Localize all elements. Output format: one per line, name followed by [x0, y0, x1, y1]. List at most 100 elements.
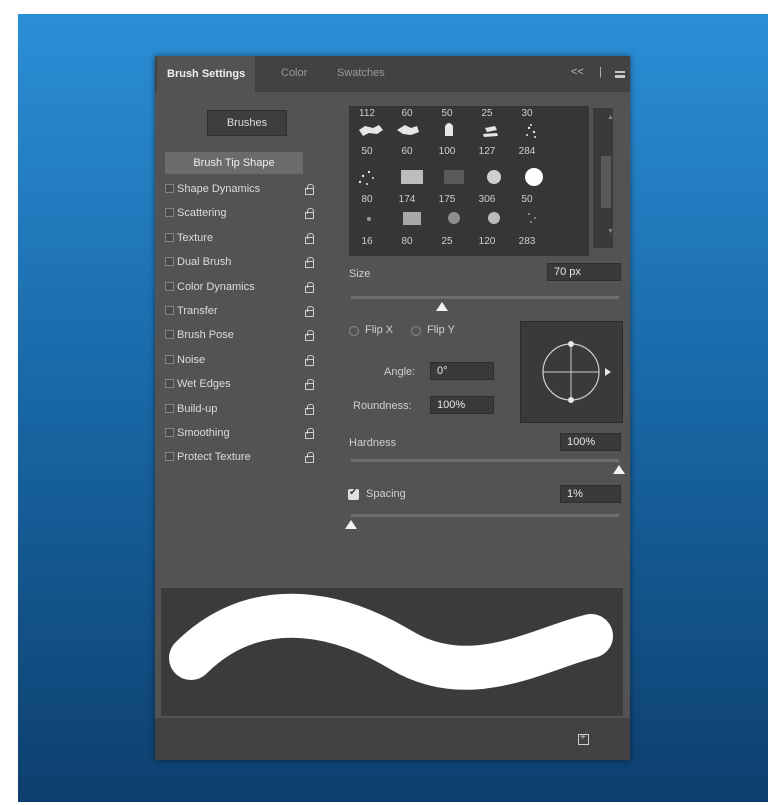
option-checkbox[interactable]: [165, 184, 174, 193]
brush-option-item[interactable]: Protect Texture: [165, 448, 317, 466]
brush-option-item[interactable]: Build-up: [165, 400, 317, 418]
option-label: Dual Brush: [177, 256, 232, 269]
size-label: Size: [349, 268, 371, 280]
size-slider-handle[interactable]: [436, 302, 449, 311]
lock-icon[interactable]: [305, 281, 314, 293]
option-label: Brush Pose: [177, 329, 234, 342]
brush-option-item[interactable]: Texture: [165, 229, 317, 247]
angle-dial-icon: [542, 341, 611, 403]
brush-option-item[interactable]: Wet Edges: [165, 375, 317, 393]
lock-icon[interactable]: [305, 232, 314, 244]
brush-tip-shape-item[interactable]: Brush Tip Shape: [165, 152, 303, 174]
brush-option-item[interactable]: Shape Dynamics: [165, 180, 317, 198]
panel-tab-bar: Brush Settings Color Swatches << |: [155, 56, 630, 92]
brush-thumb-5a[interactable]: [527, 126, 531, 130]
brush-preset-grid[interactable]: 112 60 50 25 30 50 60 100 127 284 80 174 175 306 50 16 8…: [349, 106, 589, 256]
brush-thumb-8[interactable]: [444, 170, 464, 184]
brush-size-label: 50: [361, 146, 373, 157]
lock-icon[interactable]: [305, 184, 314, 195]
brush-size-label: 80: [361, 194, 373, 205]
brush-size-label: 50: [441, 108, 453, 119]
brush-size-label: 80: [401, 236, 413, 247]
hardness-slider-handle[interactable]: [613, 465, 625, 474]
panel-bottom-bar: [155, 718, 630, 760]
brush-option-item[interactable]: Brush Pose: [165, 326, 317, 344]
brush-option-item[interactable]: Scattering: [165, 204, 317, 222]
brush-thumb-10[interactable]: [525, 168, 543, 186]
panel-menu-icon[interactable]: [615, 71, 625, 78]
brush-option-item[interactable]: Color Dynamics: [165, 278, 317, 296]
angle-field[interactable]: 0°: [430, 362, 494, 380]
option-label: Wet Edges: [177, 378, 231, 391]
hardness-slider-track[interactable]: [351, 459, 619, 462]
spacing-label: Spacing: [366, 488, 406, 500]
lock-icon[interactable]: [305, 428, 314, 439]
scroll-down-icon[interactable]: ▼: [607, 228, 614, 235]
spacing-slider-handle[interactable]: [345, 520, 357, 529]
option-checkbox[interactable]: [165, 281, 174, 291]
brush-option-item[interactable]: Smoothing: [165, 424, 317, 442]
spacing-checkbox[interactable]: [348, 487, 359, 500]
brush-thumb-3[interactable]: [445, 123, 453, 136]
spacing-field[interactable]: 1%: [560, 485, 621, 503]
preset-scroll-thumb[interactable]: [601, 156, 611, 208]
brush-size-label: 16: [361, 236, 373, 247]
brush-thumb-2[interactable]: [397, 125, 419, 135]
brush-size-label: 50: [521, 194, 533, 205]
brushes-button[interactable]: Brushes: [207, 110, 287, 136]
tab-swatches[interactable]: Swatches: [337, 67, 385, 79]
lock-icon[interactable]: [305, 354, 314, 366]
brush-thumb-7[interactable]: [401, 170, 423, 184]
option-label: Scattering: [177, 207, 227, 220]
option-checkbox[interactable]: [165, 403, 174, 413]
lock-icon[interactable]: [305, 208, 314, 220]
brush-thumb-6[interactable]: [361, 174, 365, 178]
collapse-icon[interactable]: <<: [571, 66, 584, 78]
lock-icon[interactable]: [305, 403, 314, 415]
option-label: Noise: [177, 353, 206, 366]
brush-size-label: 60: [401, 146, 413, 157]
brush-option-item[interactable]: Transfer: [165, 302, 317, 320]
brush-thumb-13[interactable]: [448, 212, 460, 224]
lock-icon[interactable]: [305, 257, 314, 269]
flip-y-checkbox[interactable]: [411, 326, 421, 336]
option-checkbox[interactable]: [165, 428, 174, 437]
option-checkbox[interactable]: [165, 379, 174, 389]
option-checkbox[interactable]: [165, 208, 174, 218]
brush-option-item[interactable]: Noise: [165, 351, 317, 369]
brush-thumb-15[interactable]: [530, 221, 532, 223]
tab-separator: |: [599, 66, 602, 78]
brush-thumb-12[interactable]: [403, 212, 421, 225]
angle-roundness-widget[interactable]: [520, 321, 623, 423]
option-checkbox[interactable]: [165, 257, 174, 267]
spacing-slider-track[interactable]: [351, 514, 619, 517]
scroll-up-icon[interactable]: ▲: [607, 114, 614, 121]
tab-color[interactable]: Color: [281, 67, 307, 79]
angle-label: Angle:: [384, 366, 416, 378]
lock-icon[interactable]: [305, 379, 314, 391]
tab-brush-settings[interactable]: Brush Settings: [157, 56, 256, 92]
lock-icon[interactable]: [305, 452, 314, 464]
option-checkbox[interactable]: [165, 354, 174, 364]
lock-icon[interactable]: [305, 330, 314, 342]
new-brush-icon[interactable]: [578, 732, 589, 745]
size-field[interactable]: 70 px: [547, 263, 621, 281]
brush-thumb-4[interactable]: [483, 126, 498, 137]
roundness-field[interactable]: 100%: [430, 396, 494, 414]
lock-icon[interactable]: [305, 306, 314, 317]
option-label: Shape Dynamics: [177, 183, 261, 195]
option-label: Color Dynamics: [177, 280, 255, 293]
option-checkbox[interactable]: [165, 452, 174, 462]
brush-thumb-1[interactable]: [359, 125, 383, 136]
option-checkbox[interactable]: [165, 330, 174, 340]
option-checkbox[interactable]: [165, 306, 174, 315]
roundness-label: Roundness:: [353, 400, 412, 412]
brush-thumb-14[interactable]: [488, 212, 500, 224]
brush-thumb-11[interactable]: [367, 217, 371, 221]
brush-option-item[interactable]: Dual Brush: [165, 253, 317, 271]
size-slider-track[interactable]: [351, 296, 619, 299]
option-checkbox[interactable]: [165, 232, 174, 242]
flip-x-checkbox[interactable]: [349, 326, 359, 336]
hardness-field[interactable]: 100%: [560, 433, 621, 451]
brush-thumb-9[interactable]: [487, 170, 501, 184]
